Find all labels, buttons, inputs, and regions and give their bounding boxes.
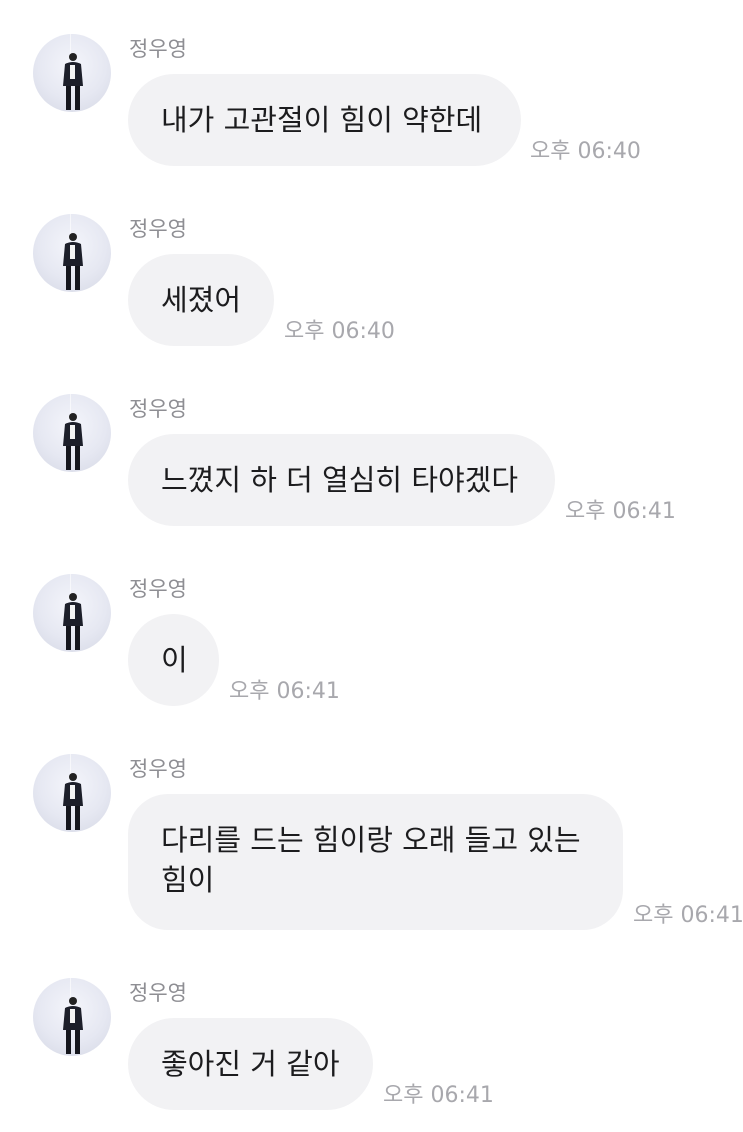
avatar[interactable] [33,754,111,832]
message-time: 오후 06:41 [633,903,743,928]
sender-name: 정우영 [129,757,187,781]
sender-name: 정우영 [129,217,187,241]
person-icon [63,394,83,470]
sender-name: 정우영 [129,577,187,601]
avatar[interactable] [33,394,111,472]
message-bubble[interactable]: 느꼈지 하 더 열심히 타야겠다 [128,434,555,526]
message-text-line: 힘이 [161,863,215,897]
message-time: 오후 06:41 [229,679,340,704]
message-bubble[interactable]: 좋아진 거 같아 [128,1018,373,1110]
message-text-line: 다리를 드는 힘이랑 오래 들고 있는 [161,823,581,857]
message-bubble[interactable]: 이 [128,614,219,706]
person-icon [63,754,83,830]
message-time: 오후 06:40 [284,319,395,344]
sender-name: 정우영 [129,397,187,421]
sender-name: 정우영 [129,981,187,1005]
message-time: 오후 06:41 [565,499,676,524]
avatar[interactable] [33,574,111,652]
person-icon [63,574,83,650]
message-time: 오후 06:41 [383,1083,494,1108]
person-icon [63,978,83,1054]
avatar[interactable] [33,978,111,1056]
sender-name: 정우영 [129,37,187,61]
person-icon [63,34,83,110]
message-bubble[interactable]: 내가 고관절이 힘이 약한데 [128,74,521,166]
avatar[interactable] [33,214,111,292]
avatar[interactable] [33,34,111,112]
message-time: 오후 06:40 [530,139,641,164]
message-bubble[interactable]: 세졌어 [128,254,274,346]
message-bubble[interactable]: 다리를 드는 힘이랑 오래 들고 있는 힘이 [128,794,623,930]
person-icon [63,214,83,290]
